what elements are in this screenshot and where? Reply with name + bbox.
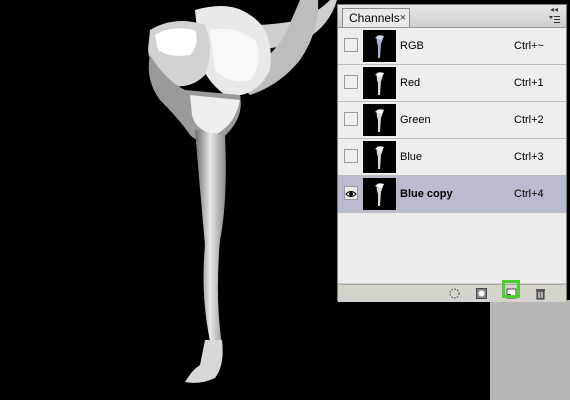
channel-shortcut: Ctrl+2: [514, 114, 544, 126]
panel-header[interactable]: Channels × ◂◂: [338, 5, 566, 28]
close-icon[interactable]: ×: [400, 9, 406, 27]
channel-shortcut: Ctrl+1: [514, 77, 544, 89]
visibility-toggle[interactable]: [344, 75, 358, 89]
channel-name: RGB: [400, 40, 424, 52]
channel-thumbnail: [363, 67, 396, 99]
channel-name: Blue: [400, 151, 423, 163]
delete-channel-icon[interactable]: [534, 287, 547, 300]
save-selection-icon[interactable]: [475, 287, 488, 300]
panel-menu-icon[interactable]: [548, 15, 560, 25]
channel-row-blue-copy[interactable]: Blue copy Ctrl+4: [338, 176, 566, 213]
channel-name: Blue copy: [400, 188, 453, 200]
channel-shortcut: Ctrl+4: [514, 188, 544, 200]
channel-row-green[interactable]: Green Ctrl+2: [338, 102, 566, 139]
channel-row-red[interactable]: Red Ctrl+1: [338, 65, 566, 102]
channel-name: Green: [400, 114, 431, 126]
visibility-toggle[interactable]: [344, 112, 358, 126]
background-area: [490, 300, 570, 400]
visibility-toggle[interactable]: [344, 149, 358, 163]
new-channel-highlight: [502, 280, 520, 298]
channel-thumbnail: [363, 30, 396, 62]
channel-shortcut: Ctrl+3: [514, 151, 544, 163]
visibility-toggle[interactable]: [344, 38, 358, 52]
panel-footer: [338, 284, 566, 302]
channel-thumbnail: [363, 141, 396, 173]
channel-list-empty-area[interactable]: [338, 213, 566, 283]
collapse-icon[interactable]: ◂◂: [550, 6, 558, 14]
channel-row-rgb[interactable]: RGB Ctrl+~: [338, 28, 566, 65]
channels-panel: Channels × ◂◂ RGB Ctrl+~ Red Ctrl+1 Gree…: [337, 4, 567, 302]
channel-name: Red: [400, 77, 421, 89]
eye-icon: [345, 191, 357, 197]
channel-thumbnail: [363, 178, 396, 210]
visibility-toggle[interactable]: [344, 186, 358, 200]
channel-list: RGB Ctrl+~ Red Ctrl+1 Green Ctrl+2 Blue: [338, 28, 566, 213]
load-selection-icon[interactable]: [448, 287, 461, 300]
channel-row-blue[interactable]: Blue Ctrl+3: [338, 139, 566, 176]
tab-label: Channels: [349, 11, 400, 25]
channel-thumbnail: [363, 104, 396, 136]
channel-shortcut: Ctrl+~: [514, 40, 544, 52]
tab-channels[interactable]: Channels ×: [342, 8, 410, 27]
